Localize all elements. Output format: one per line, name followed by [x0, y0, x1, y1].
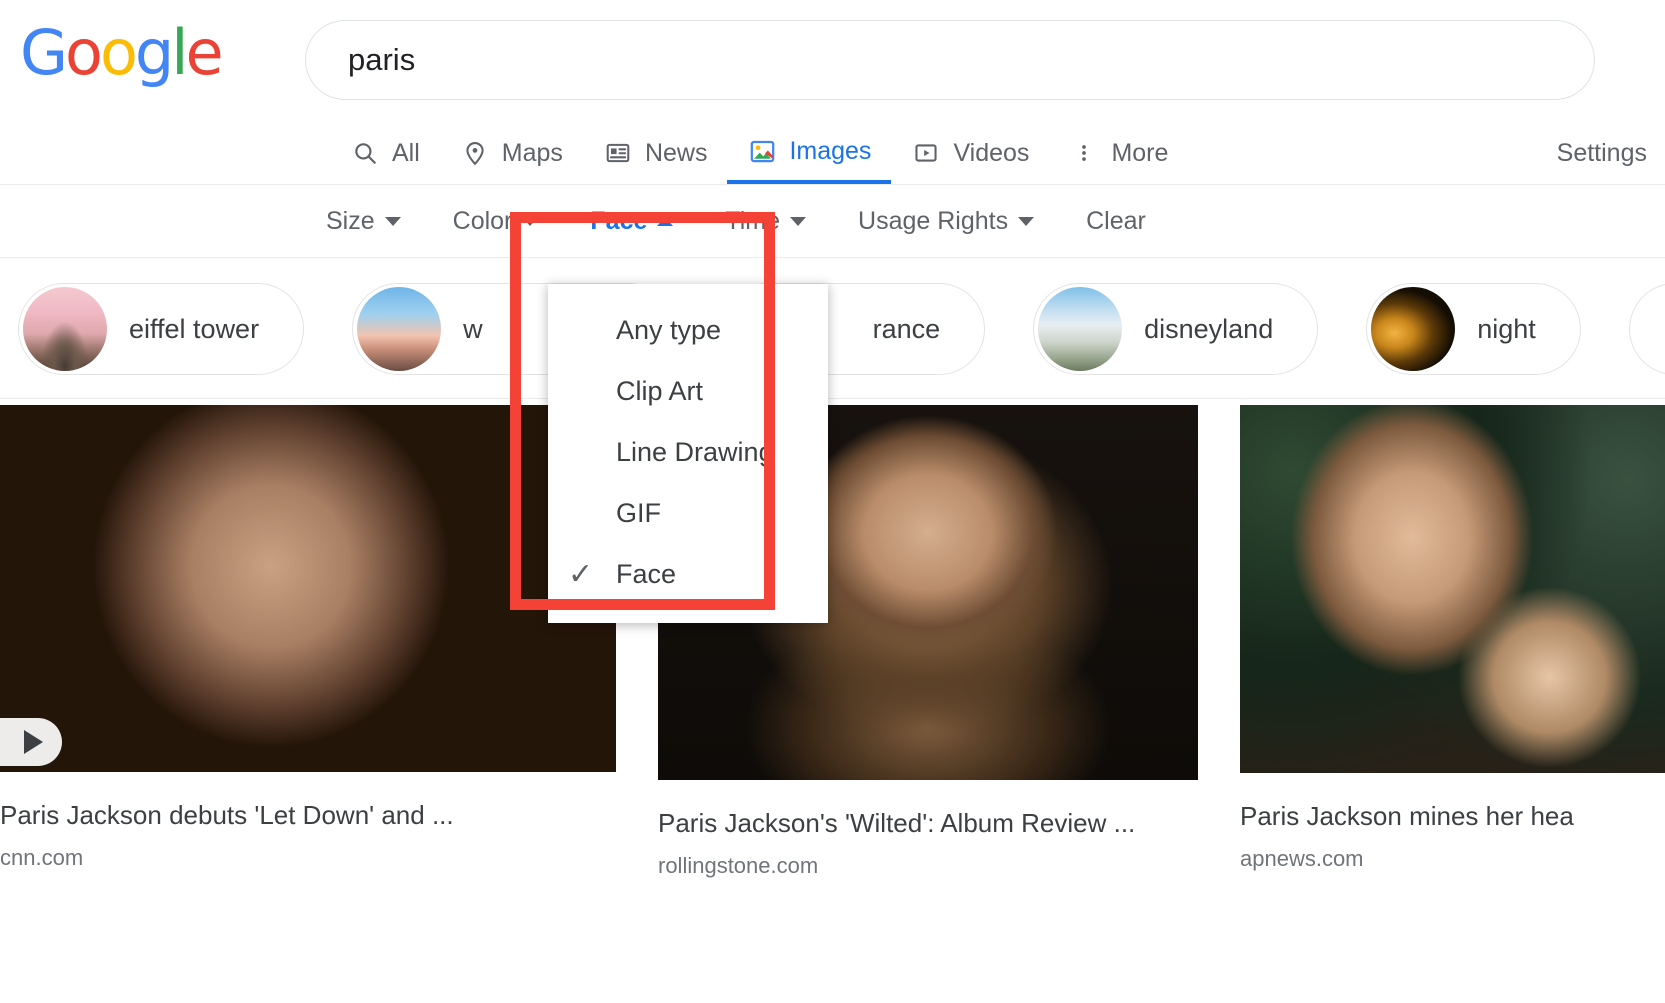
dropdown-item-label: GIF: [616, 498, 661, 529]
tab-all[interactable]: All: [330, 122, 440, 184]
filter-face-label: Face: [590, 207, 647, 236]
tab-videos[interactable]: Videos: [891, 122, 1049, 184]
news-icon: [603, 138, 633, 168]
result-source: rollingstone.com: [658, 853, 1198, 879]
result-source: apnews.com: [1240, 846, 1665, 872]
tab-images[interactable]: Images: [727, 122, 891, 184]
dropdown-item-label: Any type: [616, 315, 721, 346]
chip-thumbnail: [1371, 287, 1455, 371]
chevron-down-icon: [385, 217, 401, 226]
tab-maps-label: Maps: [502, 139, 563, 168]
filter-time-label: Time: [725, 207, 780, 236]
chevron-down-icon: [790, 217, 806, 226]
tab-videos-label: Videos: [953, 139, 1029, 168]
search-icon: [350, 138, 380, 168]
tab-news[interactable]: News: [583, 122, 728, 184]
tab-more-label: More: [1111, 139, 1168, 168]
related-searches-row: eiffel tower w rance disneyland night: [0, 258, 1665, 399]
play-icon: [0, 718, 62, 766]
dropdown-item-label: Face: [616, 559, 676, 590]
filter-color-label: Color: [453, 207, 513, 236]
chip-label: disneyland: [1144, 314, 1273, 345]
result-thumbnail[interactable]: [0, 405, 616, 772]
filter-face[interactable]: Face: [564, 207, 699, 236]
settings-button[interactable]: Settings: [1557, 122, 1647, 184]
more-vertical-icon: [1069, 138, 1099, 168]
logo-letter-o2: o: [100, 16, 135, 89]
filter-usage-rights-label: Usage Rights: [858, 207, 1008, 236]
filter-time[interactable]: Time: [699, 207, 832, 236]
tab-images-label: Images: [789, 137, 871, 166]
google-logo[interactable]: Google: [20, 22, 221, 84]
logo-letter-l: l: [171, 16, 185, 89]
filter-color[interactable]: Color: [427, 207, 565, 236]
image-result-card[interactable]: Paris Jackson debuts 'Let Down' and ... …: [0, 405, 616, 879]
dropdown-item-line-drawing[interactable]: Line Drawing: [548, 422, 828, 483]
map-pin-icon: [460, 138, 490, 168]
checkmark-icon: ✓: [568, 560, 616, 590]
related-chip[interactable]: night: [1366, 283, 1581, 375]
chip-label: w: [463, 314, 483, 345]
chip-thumbnail: [1038, 287, 1122, 371]
dropdown-item-label: Clip Art: [616, 376, 703, 407]
search-box[interactable]: [305, 20, 1595, 100]
chip-thumbnail: [357, 287, 441, 371]
filter-usage-rights[interactable]: Usage Rights: [832, 207, 1060, 236]
related-chip[interactable]: eiffel tower: [18, 283, 304, 375]
search-input[interactable]: [348, 21, 1448, 99]
dropdown-item-label: Line Drawing: [616, 437, 774, 468]
tab-news-label: News: [645, 139, 708, 168]
video-icon: [911, 138, 941, 168]
logo-letter-g2: g: [135, 16, 171, 89]
chip-thumbnail: [23, 287, 107, 371]
dropdown-item-clip-art[interactable]: Clip Art: [548, 361, 828, 422]
result-source: cnn.com: [0, 845, 616, 871]
related-chip[interactable]: [1629, 283, 1665, 375]
image-result-card[interactable]: Paris Jackson mines her hea apnews.com: [1240, 405, 1665, 879]
search-nav-bar: All Maps News: [0, 122, 1665, 185]
tab-more[interactable]: More: [1049, 122, 1188, 184]
logo-letter-e: e: [186, 16, 221, 89]
tab-maps[interactable]: Maps: [440, 122, 583, 184]
dropdown-item-any-type[interactable]: Any type: [548, 300, 828, 361]
result-title[interactable]: Paris Jackson debuts 'Let Down' and ...: [0, 800, 616, 831]
logo-letter-o1: o: [65, 16, 100, 89]
filter-size-label: Size: [326, 207, 375, 236]
logo-letter-g1: G: [20, 16, 65, 89]
image-icon: [747, 136, 777, 166]
chevron-up-icon: [657, 217, 673, 226]
related-chip[interactable]: disneyland: [1033, 283, 1318, 375]
chevron-down-icon: [1018, 217, 1034, 226]
image-filter-bar: Size Color Face Time Usage Rights Clear: [0, 185, 1665, 258]
result-thumbnail[interactable]: [1240, 405, 1665, 773]
dropdown-item-gif[interactable]: GIF: [548, 483, 828, 544]
filter-size[interactable]: Size: [300, 207, 427, 236]
filter-list: Size Color Face Time Usage Rights Clear: [300, 185, 1172, 257]
result-title[interactable]: Paris Jackson's 'Wilted': Album Review .…: [658, 808, 1198, 839]
image-results-grid: Paris Jackson debuts 'Let Down' and ... …: [0, 399, 1665, 879]
result-title[interactable]: Paris Jackson mines her hea: [1240, 801, 1665, 832]
filter-clear-label: Clear: [1086, 207, 1146, 236]
tab-all-label: All: [392, 139, 420, 168]
related-chip-list: eiffel tower w rance disneyland night: [18, 283, 1665, 375]
dropdown-item-face[interactable]: ✓ Face: [548, 544, 828, 605]
chevron-down-icon: [522, 217, 538, 226]
filter-clear[interactable]: Clear: [1060, 207, 1172, 236]
chip-label: night: [1477, 314, 1536, 345]
chip-label: rance: [873, 314, 941, 345]
nav-tab-list: All Maps News: [330, 122, 1188, 184]
chip-label: eiffel tower: [129, 314, 259, 345]
page-header: Google: [0, 0, 1665, 122]
face-filter-dropdown[interactable]: Any type Clip Art Line Drawing GIF ✓ Fac…: [548, 284, 828, 623]
